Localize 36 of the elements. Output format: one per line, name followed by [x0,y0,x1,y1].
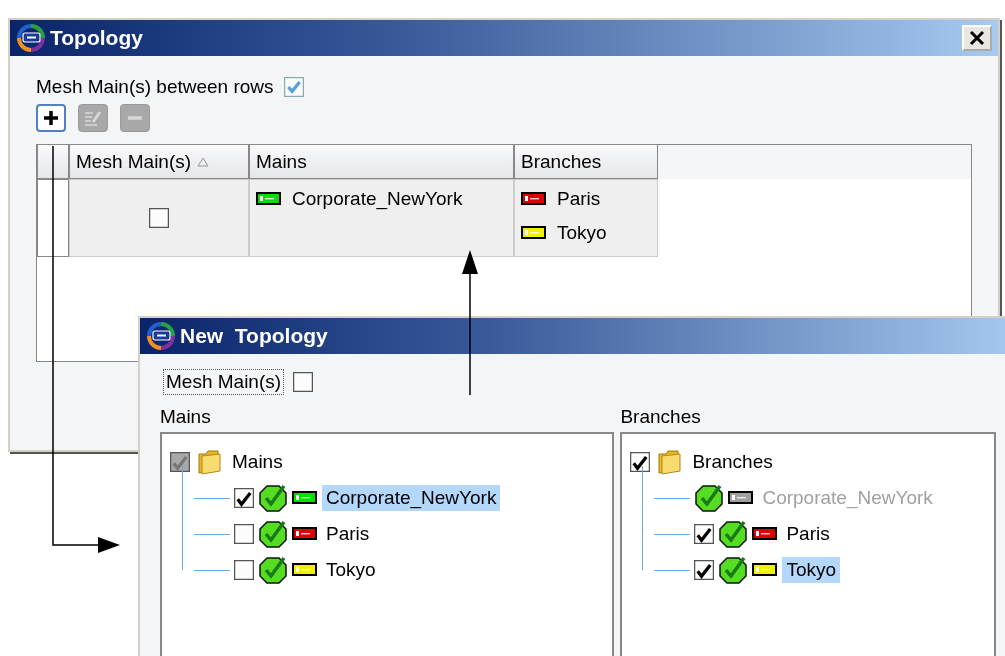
status-ok-icon [694,483,725,513]
column-header[interactable]: Mains [249,145,514,179]
tree-item[interactable]: Paris [782,521,834,547]
panel-label: Mains [160,406,212,428]
close-button[interactable] [962,25,992,51]
close-icon [969,30,985,46]
checkbox[interactable] [283,77,304,97]
tree-item[interactable]: Tokyo [782,557,841,583]
app-icon [16,23,46,53]
folder-icon [196,448,222,476]
column-header[interactable]: Mesh Main(s) [69,145,249,179]
option-label: Mesh Main(s) [164,370,284,394]
status-ok-icon [718,555,749,585]
checkbox[interactable] [293,372,314,392]
cell-text: Corporate_NewYork [292,188,463,210]
plus-icon [43,110,59,126]
cell-text: Tokyo [557,222,607,244]
panel-label: Branches [620,406,702,428]
cell-text: Paris [557,188,601,210]
option-label: Mesh Main(s) between rows [36,76,274,98]
column-header[interactable]: Branches [514,145,658,179]
tree-item[interactable]: Branches [688,449,777,475]
edit-icon [83,109,103,127]
status-ok-icon [258,519,288,549]
checkbox[interactable] [149,208,169,228]
window-title: New Topology [180,324,328,348]
folder-icon [656,448,683,476]
status-ok-icon [258,555,288,585]
app-icon [146,321,176,351]
checkbox[interactable] [694,560,715,580]
window-title: Topology [50,26,143,50]
status-ok-icon [258,483,288,513]
checkbox[interactable] [694,524,715,544]
checkbox[interactable] [630,452,651,472]
status-ok-icon [718,519,749,549]
add-button[interactable] [36,104,66,132]
